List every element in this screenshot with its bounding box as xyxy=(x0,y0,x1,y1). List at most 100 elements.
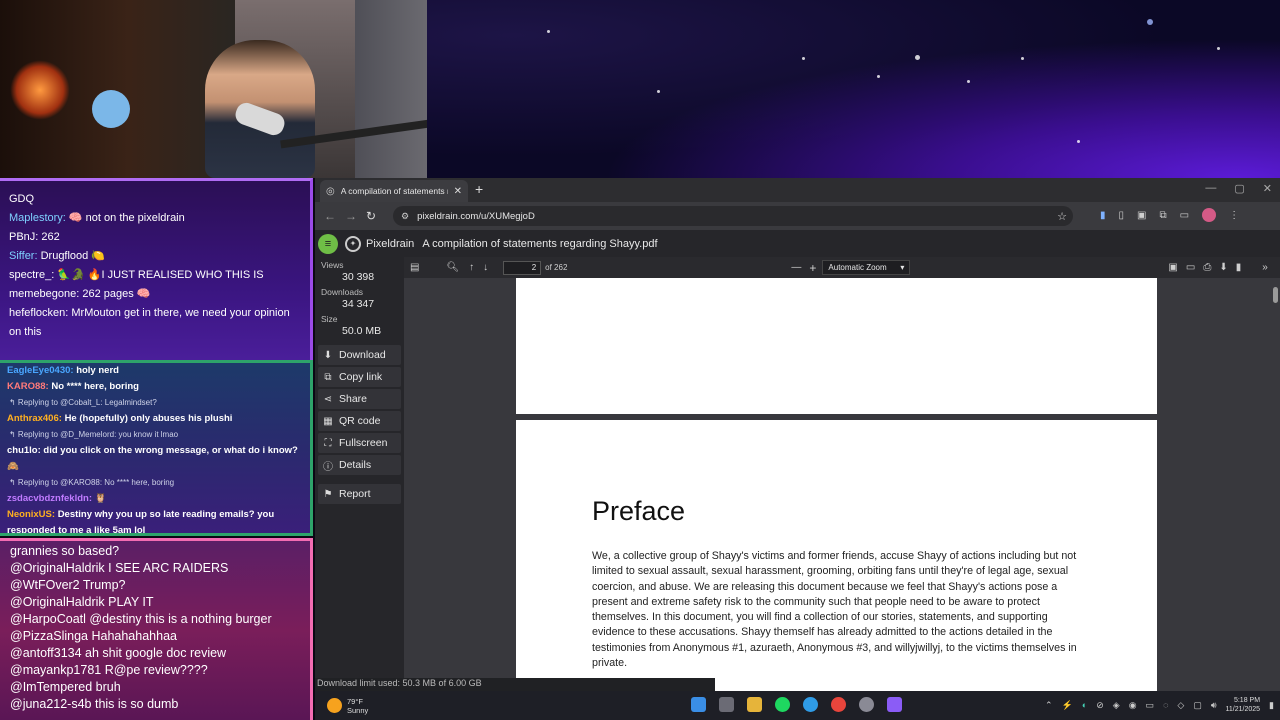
open-file-icon[interactable]: ▭ xyxy=(1186,262,1195,273)
trash-extension-icon[interactable]: ▯ xyxy=(1119,210,1125,221)
share-button[interactable]: ⋖ Share xyxy=(318,389,401,409)
system-tray: ⌃ ⚡ ◐ ⊘ ◈ ◉ ▭ ◌ ◇ ▢ 🔊︎ 5:18 PM 11/21/202… xyxy=(1045,696,1274,714)
sidebar-toggle-icon[interactable]: ▤ xyxy=(410,262,419,273)
weather-temp: 79°F xyxy=(347,696,363,706)
qr-icon: ▦ xyxy=(323,415,333,427)
tray-app-icon[interactable]: ◇ xyxy=(1177,700,1184,711)
spotify-icon[interactable] xyxy=(775,697,790,712)
tab-bar: ◎ A compilation of statements re ✕ + — ▢… xyxy=(315,178,1280,202)
chat-text: MrMouton get in there, we need your opin… xyxy=(71,307,290,319)
plush-toy xyxy=(92,90,130,128)
chat-text: 262 pages 🧠 xyxy=(82,288,151,300)
new-tab-button[interactable]: + xyxy=(475,181,483,197)
maximize-icon[interactable]: ▢ xyxy=(1234,182,1244,195)
puzzle-icon[interactable]: ⧉ xyxy=(1159,210,1166,221)
page-number-input[interactable]: 2 xyxy=(503,260,542,275)
site-name[interactable]: Pixeldrain xyxy=(366,238,414,250)
app-icon[interactable] xyxy=(887,697,902,712)
edge-icon[interactable] xyxy=(803,697,818,712)
chevron-up-icon[interactable]: ⌃ xyxy=(1045,700,1053,711)
download-button[interactable]: ⬇ Download xyxy=(318,345,401,365)
prev-page-icon[interactable]: ↑ xyxy=(469,262,474,273)
pdf-page-2: Preface We, a collective group of Shayy'… xyxy=(516,420,1157,691)
reload-icon[interactable]: ↻ xyxy=(366,209,376,223)
browser-tab[interactable]: ◎ A compilation of statements re ✕ xyxy=(320,180,468,202)
site-info-icon[interactable]: ⚙ xyxy=(401,211,409,222)
doc-extension-icon[interactable]: ▮ xyxy=(1100,210,1106,221)
fullscreen-icon: ⛶ xyxy=(324,437,332,449)
details-button[interactable]: ⓘ Details xyxy=(318,455,401,475)
chat-message: Maplestory: 🧠 not on the pixeldrain xyxy=(0,209,310,228)
lamp xyxy=(10,60,70,120)
chat-text: 262 xyxy=(41,231,60,243)
bookmark-icon[interactable]: ▮ xyxy=(1236,262,1242,273)
tab-title: A compilation of statements re xyxy=(340,186,448,196)
profile-avatar[interactable] xyxy=(1202,208,1217,222)
clock[interactable]: 5:18 PM 11/21/2025 xyxy=(1226,696,1261,714)
chat-message: spectre_: 🦜🐊 🔥I JUST REALISED WHO THIS I… xyxy=(0,266,310,285)
back-icon[interactable]: ← xyxy=(324,209,336,223)
zoom-in-icon[interactable]: + xyxy=(809,261,816,275)
presentation-icon[interactable]: ▣ xyxy=(1168,262,1177,273)
tray-app-icon[interactable]: ◈ xyxy=(1113,700,1120,711)
window-close-icon[interactable]: ✕ xyxy=(1263,182,1272,195)
report-button[interactable]: ⚑ Report xyxy=(318,484,401,504)
pixeldrain-logo-icon[interactable]: ✦ xyxy=(345,235,361,252)
more-tools-icon[interactable]: » xyxy=(1262,262,1268,273)
address-bar[interactable]: ⚙ pixeldrain.com/u/XUMegjoD ☆ xyxy=(393,206,1073,226)
start-icon[interactable] xyxy=(691,697,706,712)
chat-username: GDQ xyxy=(9,193,35,205)
bookmark-star-icon[interactable]: ☆ xyxy=(1057,210,1067,223)
chrome-icon[interactable] xyxy=(831,697,846,712)
taskbar: 79°F Sunny ⌃ ⚡ ◐ ⊘ ◈ ◉ ▭ ◌ ◇ ▢ 🔊︎ 5:18 P… xyxy=(315,691,1280,720)
tray-app-icon[interactable]: ◐ xyxy=(1082,700,1087,710)
display-icon[interactable]: ▢ xyxy=(1193,700,1202,711)
chat-username: Siffer: xyxy=(9,250,38,262)
weather-widget[interactable]: 79°F Sunny xyxy=(327,697,368,715)
chat-message: Anthrax406: He (hopefully) only abuses h… xyxy=(0,411,310,427)
next-page-icon[interactable]: ↓ xyxy=(483,262,488,273)
clock-time: 5:18 PM xyxy=(1233,697,1261,704)
volume-icon[interactable]: 🔊︎ xyxy=(1211,700,1217,711)
close-icon[interactable]: ✕ xyxy=(454,186,462,197)
tray-app-icon[interactable]: ⚡ xyxy=(1062,700,1073,711)
extension-icon[interactable]: ▣ xyxy=(1137,210,1146,221)
chat-message: EagleEye0430: holy nerd xyxy=(0,363,310,379)
print-icon[interactable]: ⎙ xyxy=(1203,262,1211,273)
zoom-out-icon[interactable]: — xyxy=(791,262,801,273)
forward-icon[interactable]: → xyxy=(345,209,357,223)
search-icon[interactable]: 🔍︎ xyxy=(446,262,459,273)
scrollbar-thumb[interactable] xyxy=(1273,287,1278,303)
save-icon[interactable]: ⬇ xyxy=(1219,262,1227,273)
qr-code-button[interactable]: ▦ QR code xyxy=(318,411,401,431)
size-value: 50.0 MB xyxy=(342,325,382,337)
file-explorer-icon[interactable] xyxy=(747,697,762,712)
notification-icon[interactable]: ▮ xyxy=(1269,700,1274,711)
minimize-icon[interactable]: — xyxy=(1205,182,1216,195)
tray-app-icon[interactable]: ▭ xyxy=(1146,700,1155,711)
browser-window: ◎ A compilation of statements re ✕ + — ▢… xyxy=(315,178,1280,691)
size-label: Size xyxy=(321,314,338,324)
tray-app-icon[interactable]: ⊘ xyxy=(1096,700,1104,711)
menu-kebab-icon[interactable]: ⋮ xyxy=(1229,210,1239,221)
chat-username: PBnJ: xyxy=(9,231,39,243)
chat-message: zsdacvbdznfekldn: 🦉 xyxy=(0,491,310,507)
tray-app-icon[interactable]: ◌ xyxy=(1163,700,1168,710)
hamburger-menu-icon[interactable]: ≡ xyxy=(318,233,338,254)
sidepanel-icon[interactable]: ▭ xyxy=(1180,210,1189,221)
obs-icon[interactable] xyxy=(859,697,874,712)
zoom-select[interactable]: Automatic Zoom xyxy=(822,260,911,275)
steam-icon[interactable]: ◉ xyxy=(1129,700,1137,711)
chat-username: Maplestory: xyxy=(9,212,66,224)
copy-link-button[interactable]: ⧉ Copy link xyxy=(318,367,401,387)
page-paragraph: We, a collective group of Shayy's victim… xyxy=(592,550,1077,670)
page-heading: Preface xyxy=(592,496,686,526)
chat-text: did you click on the wrong message, or w… xyxy=(43,445,298,456)
chat-message: @mayankp1781 R@pe review???? xyxy=(10,663,208,677)
file-sidebar: Views 30 398 Downloads 34 347 Size 50.0 … xyxy=(315,257,404,691)
fullscreen-button[interactable]: ⛶ Fullscreen xyxy=(318,433,401,453)
chat-message: @OriginalHaldrik PLAY IT xyxy=(10,595,154,609)
chat-panel-top: GDQ Maplestory: 🧠 not on the pixeldrain P… xyxy=(0,178,313,360)
chat-text: responded to me a like 5am lol xyxy=(7,525,146,536)
task-view-icon[interactable] xyxy=(719,697,734,712)
